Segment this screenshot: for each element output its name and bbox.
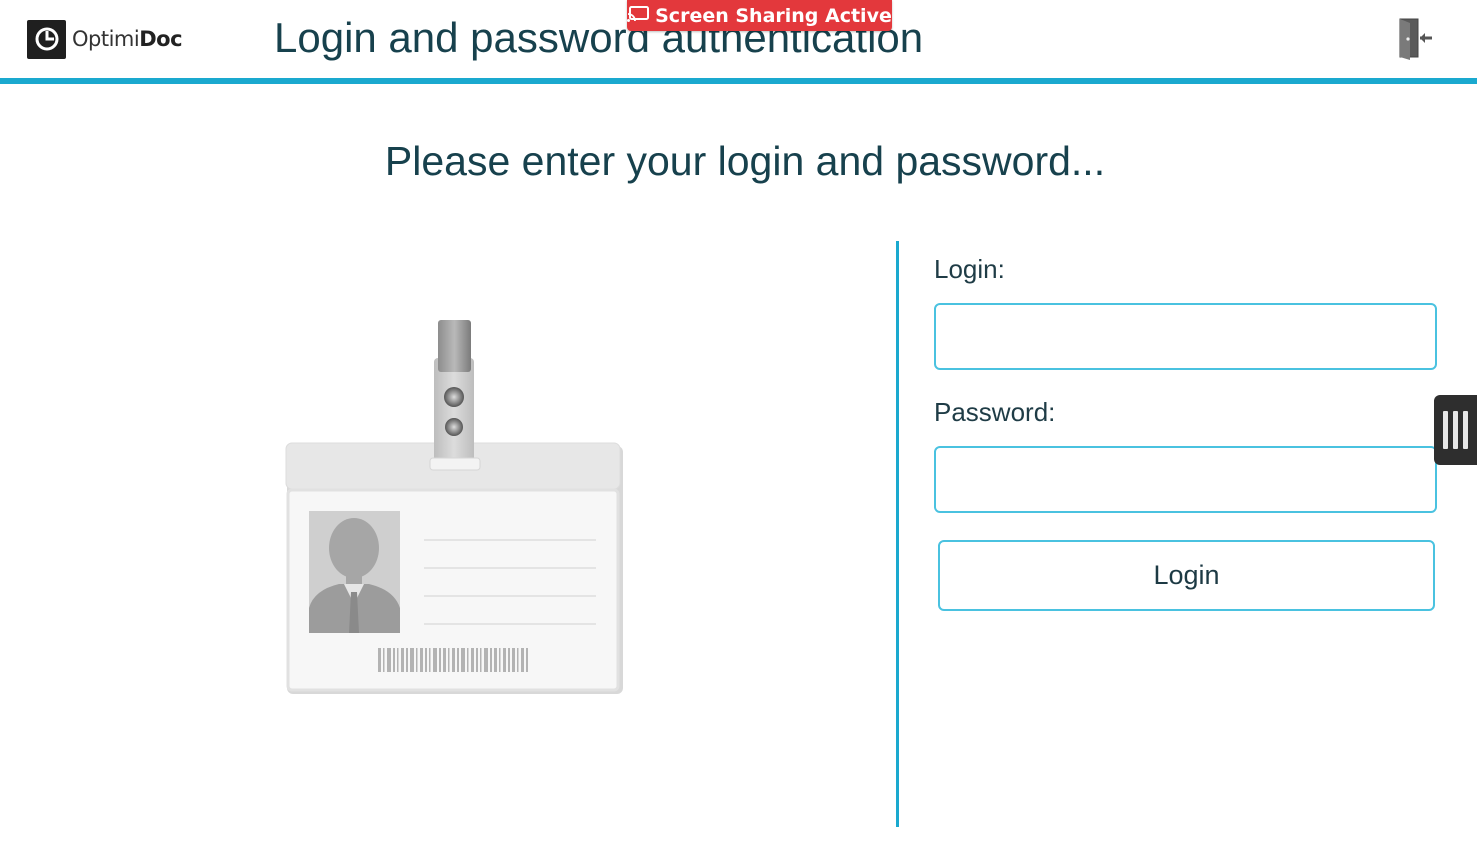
exit-door-icon[interactable] [1396, 16, 1436, 60]
header-accent-rule [0, 78, 1477, 84]
login-input[interactable] [934, 303, 1437, 370]
optimidoc-logo: OptimiDoc [27, 19, 183, 59]
panel-grip-icon [1443, 411, 1448, 449]
optimidoc-logo-icon [27, 19, 66, 59]
login-button[interactable]: Login [938, 540, 1435, 611]
screen-cast-icon [627, 5, 650, 27]
screen-sharing-label: Screen Sharing Active [655, 4, 892, 27]
side-panel-handle[interactable] [1434, 395, 1477, 465]
login-label: Login: [934, 254, 1005, 284]
logo-wordmark: OptimiDoc [72, 27, 183, 51]
password-input[interactable] [934, 446, 1437, 513]
vertical-divider [896, 241, 899, 827]
id-badge-illustration [284, 318, 624, 698]
login-prompt-heading: Please enter your login and password... [384, 138, 1106, 184]
screen-sharing-badge[interactable]: Screen Sharing Active [627, 0, 892, 31]
panel-grip-icon [1463, 411, 1468, 449]
password-label: Password: [934, 397, 1056, 427]
panel-grip-icon [1453, 411, 1458, 449]
